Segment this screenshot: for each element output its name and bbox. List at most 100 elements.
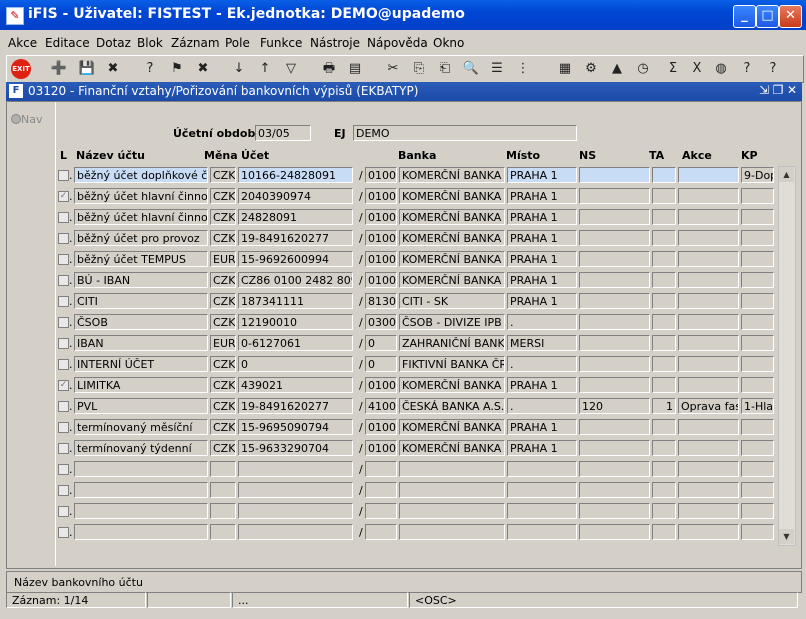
ta-field[interactable] [652,524,676,540]
account-number-field[interactable]: 0-6127061 [238,335,353,351]
kp-field[interactable] [741,461,774,477]
currency-field[interactable]: CZK [210,230,236,246]
bank-name-field[interactable]: KOMERČNÍ BANKA A [399,188,505,204]
row-checkbox[interactable] [58,233,69,244]
kp-field[interactable] [741,377,774,393]
account-name-field[interactable]: BÚ - IBAN [74,272,208,288]
place-field[interactable]: . [507,314,577,330]
action-field[interactable] [678,524,739,540]
kp-field[interactable] [741,314,774,330]
place-field[interactable]: . [507,398,577,414]
bank-name-field[interactable]: CITI - SK [399,293,505,309]
row-checkbox[interactable] [58,464,69,475]
insert-record-icon[interactable]: ➕ [49,59,69,79]
kp-field[interactable] [741,335,774,351]
row-checkbox[interactable]: ✓ [58,380,69,391]
help-icon[interactable]: ? [737,59,757,79]
bank-code-field[interactable]: 0100 [365,272,397,288]
bank-name-field[interactable]: KOMERČNÍ BANKA A [399,272,505,288]
menu-item-9[interactable]: Okno [433,36,464,50]
action-field[interactable] [678,272,739,288]
account-number-field[interactable] [238,482,353,498]
action-field[interactable] [678,419,739,435]
bank-code-field[interactable] [365,503,397,519]
sort-desc-icon[interactable]: ↑ [255,59,275,79]
account-name-field[interactable]: běžný účet doplňkové činn [74,167,208,183]
account-name-field[interactable]: běžný účet pro provoz [74,230,208,246]
bank-code-field[interactable] [365,461,397,477]
account-name-field[interactable]: INTERNÍ ÚČET [74,356,208,372]
kp-field[interactable] [741,209,774,225]
kp-field[interactable] [741,503,774,519]
ta-field[interactable] [652,230,676,246]
kp-field[interactable]: 9-Dop [741,167,774,183]
bank-code-field[interactable]: 8130 [365,293,397,309]
action-field[interactable] [678,188,739,204]
menu-item-3[interactable]: Blok [137,36,163,50]
ta-field[interactable] [652,503,676,519]
place-field[interactable]: PRAHA 1 [507,440,577,456]
place-field[interactable]: PRAHA 1 [507,377,577,393]
currency-field[interactable]: CZK [210,209,236,225]
ns-field[interactable] [579,314,650,330]
account-number-field[interactable]: 10166-24828091 [238,167,353,183]
account-number-field[interactable]: 15-9692600994 [238,251,353,267]
ns-field[interactable] [579,440,650,456]
list-icon[interactable]: ☰ [487,59,507,79]
ns-field[interactable] [579,503,650,519]
row-checkbox[interactable]: ✓ [58,191,69,202]
place-field[interactable] [507,524,577,540]
account-name-field[interactable]: ČSOB [74,314,208,330]
bank-name-field[interactable] [399,503,505,519]
account-name-field[interactable]: běžný účet TEMPUS [74,251,208,267]
query-execute-icon[interactable]: ⚑ [167,59,187,79]
currency-field[interactable]: CZK [210,314,236,330]
action-field[interactable] [678,251,739,267]
bank-code-field[interactable]: 0100 [365,251,397,267]
account-number-field[interactable] [238,503,353,519]
kp-field[interactable] [741,419,774,435]
bank-code-field[interactable]: 0100 [365,377,397,393]
nav-label[interactable]: Nav [21,113,42,126]
bank-code-field[interactable]: 0100 [365,440,397,456]
bank-code-field[interactable]: 0100 [365,230,397,246]
ta-field[interactable] [652,356,676,372]
nav-radio-icon[interactable] [11,114,21,124]
ta-field[interactable] [652,419,676,435]
place-field[interactable]: PRAHA 1 [507,209,577,225]
kp-field[interactable] [741,293,774,309]
row-checkbox[interactable] [58,170,69,181]
query-cancel-icon[interactable]: ✖ [193,59,213,79]
currency-field[interactable]: CZK [210,293,236,309]
menu-item-6[interactable]: Funkce [260,36,302,50]
action-field[interactable] [678,209,739,225]
ns-field[interactable] [579,335,650,351]
ta-field[interactable] [652,440,676,456]
account-name-field[interactable] [74,524,208,540]
account-name-field[interactable]: termínovaný týdenní [74,440,208,456]
currency-field[interactable]: CZK [210,419,236,435]
bank-name-field[interactable]: KOMERČNÍ BANKA A [399,209,505,225]
ns-field[interactable] [579,272,650,288]
bank-name-field[interactable]: ČSOB - DIVIZE IPB [399,314,505,330]
row-checkbox[interactable] [58,422,69,433]
kp-field[interactable] [741,272,774,288]
action-field[interactable] [678,461,739,477]
place-field[interactable] [507,482,577,498]
period-field[interactable]: 03/05 [255,125,311,141]
ta-field[interactable] [652,209,676,225]
form-restore-icon[interactable]: ❐ [772,83,784,99]
account-number-field[interactable]: 187341111 [238,293,353,309]
currency-field[interactable] [210,524,236,540]
sort-asc-icon[interactable]: ↓ [229,59,249,79]
ns-field[interactable] [579,230,650,246]
ta-field[interactable] [652,272,676,288]
triangle-icon[interactable]: ▲ [607,59,627,79]
cut-icon[interactable]: ✂ [383,59,403,79]
place-field[interactable]: PRAHA 1 [507,188,577,204]
account-name-field[interactable]: LIMITKA [74,377,208,393]
account-number-field[interactable] [238,461,353,477]
row-checkbox[interactable] [58,359,69,370]
row-checkbox[interactable] [58,506,69,517]
bank-name-field[interactable] [399,482,505,498]
